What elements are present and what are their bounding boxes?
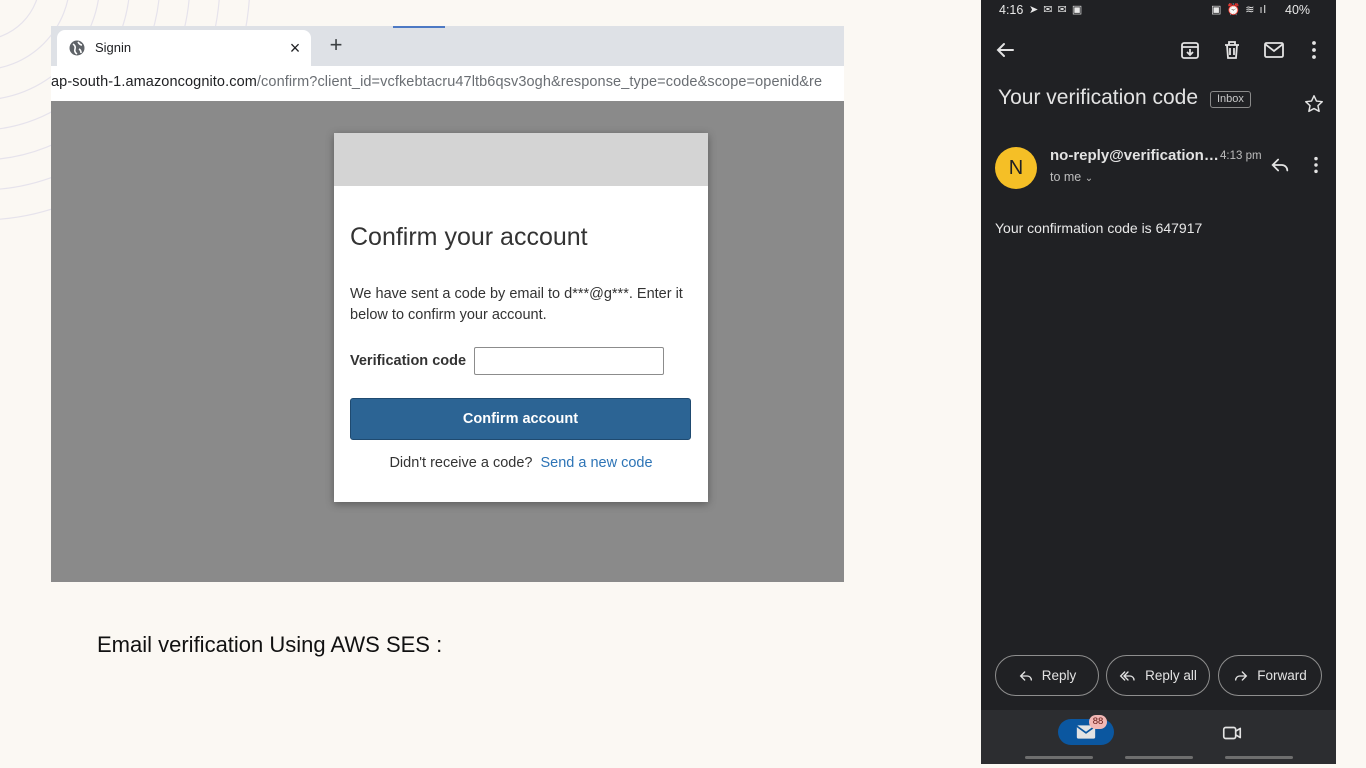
forward-button-label: Forward xyxy=(1257,668,1307,683)
confirm-account-button[interactable]: Confirm account xyxy=(350,398,691,440)
tab-bar: Signin × + xyxy=(51,26,844,66)
send-new-code-link[interactable]: Send a new code xyxy=(541,455,653,471)
tab-strip-accent xyxy=(393,26,445,28)
phone-bottom-edge xyxy=(981,764,1336,768)
unread-count-badge: 88 xyxy=(1089,715,1107,729)
sent-time: 4:13 pm xyxy=(1220,150,1262,162)
reply-icon[interactable] xyxy=(1269,154,1291,176)
archive-icon[interactable] xyxy=(1178,38,1202,62)
status-time: 4:16 xyxy=(999,3,1024,17)
sender-avatar[interactable]: N xyxy=(995,147,1037,189)
url-path: /confirm?client_id=vcfkebtacru47ltb6qsv3… xyxy=(256,74,823,90)
reply-all-button-label: Reply all xyxy=(1145,668,1197,683)
gesture-bar-center xyxy=(1125,756,1193,759)
forward-button[interactable]: Forward xyxy=(1218,655,1322,696)
resend-row: Didn't receive a code? Send a new code xyxy=(334,455,708,471)
sender-name[interactable]: no-reply@verification… xyxy=(1050,147,1219,164)
modal-description: We have sent a code by email to d***@g**… xyxy=(350,286,683,323)
notification-icons: ➤ ✉ ✉ ▣ xyxy=(1029,4,1084,16)
new-tab-button[interactable]: + xyxy=(323,32,349,58)
more-vertical-icon[interactable] xyxy=(1305,154,1327,176)
trash-icon[interactable] xyxy=(1220,38,1244,62)
verification-code-label: Verification code xyxy=(350,353,467,369)
close-icon[interactable]: × xyxy=(285,38,305,58)
envelope-icon[interactable] xyxy=(1262,38,1286,62)
globe-icon xyxy=(69,40,85,56)
gesture-bar-right xyxy=(1225,756,1293,759)
inbox-label-chip[interactable]: Inbox xyxy=(1210,91,1251,108)
reply-all-icon xyxy=(1119,670,1135,681)
modal-header xyxy=(334,133,708,186)
video-icon[interactable] xyxy=(1221,722,1243,744)
reply-button-label: Reply xyxy=(1041,668,1077,683)
system-icons: ▣ ⏰ ≋ ıl xyxy=(1211,4,1267,16)
status-bar: 4:16 ➤ ✉ ✉ ▣ ▣ ⏰ ≋ ıl 40% xyxy=(981,0,1336,22)
reply-all-button[interactable]: Reply all xyxy=(1106,655,1210,696)
slide-caption: Email verification Using AWS SES : xyxy=(97,632,443,657)
url-host: ap-south-1.amazoncognito.com xyxy=(51,74,257,90)
phone-screen: 4:16 ➤ ✉ ✉ ▣ ▣ ⏰ ≋ ıl 40% Your verificat… xyxy=(981,0,1336,768)
modal-title: Confirm your account xyxy=(350,223,588,251)
battery-level: 40% xyxy=(1285,3,1311,17)
verification-code-input[interactable] xyxy=(474,347,664,375)
star-icon[interactable] xyxy=(1303,93,1325,115)
recipient-label: to me xyxy=(1050,170,1082,184)
more-vertical-icon[interactable] xyxy=(1302,38,1326,62)
reply-icon xyxy=(1019,670,1032,681)
browser-window: Signin × + ap-south-1.amazoncognito.com/… xyxy=(51,26,844,582)
arrow-left-icon[interactable] xyxy=(993,38,1017,62)
gesture-bar-left xyxy=(1025,756,1093,759)
confirm-account-modal: Confirm your account We have sent a code… xyxy=(334,133,708,502)
address-bar[interactable]: ap-south-1.amazoncognito.com/confirm?cli… xyxy=(51,66,844,101)
forward-icon xyxy=(1235,670,1248,681)
page-content: Confirm your account We have sent a code… xyxy=(51,101,844,582)
tab-title: Signin xyxy=(95,40,132,55)
email-body: Your confirmation code is 647917 xyxy=(995,220,1203,236)
email-subject: Your verification code xyxy=(998,86,1199,109)
resend-prompt: Didn't receive a code? xyxy=(389,455,533,471)
reply-button[interactable]: Reply xyxy=(995,655,1099,696)
url-text: ap-south-1.amazoncognito.com/confirm?cli… xyxy=(51,74,822,90)
tab-signin[interactable]: Signin × xyxy=(57,30,311,66)
chevron-down-icon: ⌄ xyxy=(1084,173,1094,184)
recipient-details[interactable]: to me ⌄ xyxy=(1050,170,1093,184)
